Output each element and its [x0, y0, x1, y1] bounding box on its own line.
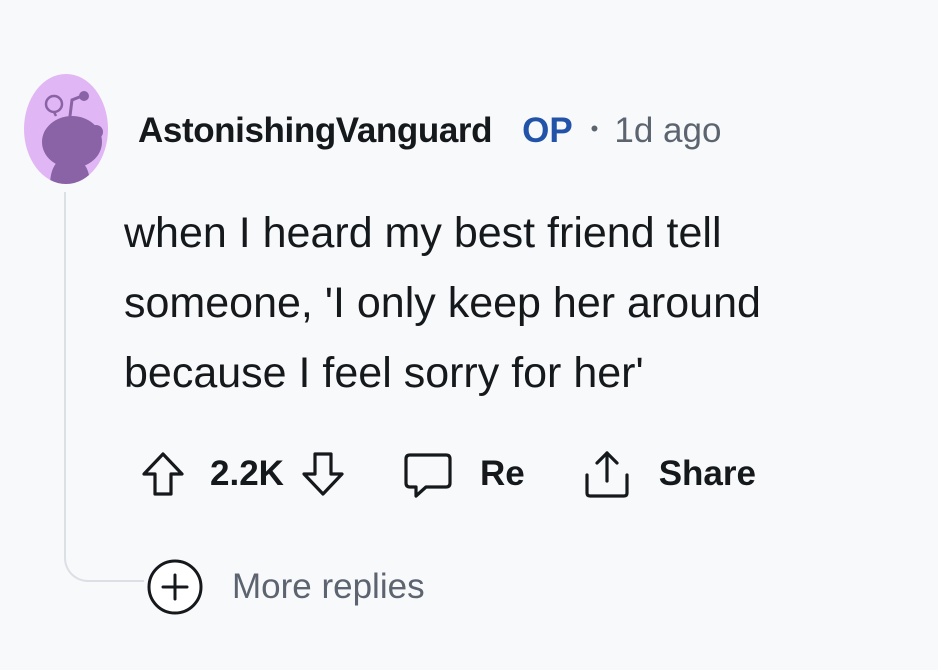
- thread-connector: [64, 530, 144, 582]
- comment-body: when I heard my best friend tell someone…: [124, 209, 761, 397]
- share-upload-icon: [585, 451, 629, 498]
- comment-author[interactable]: AstonishingVanguard: [138, 111, 492, 151]
- avatar[interactable]: [24, 74, 108, 184]
- vote-count: 2.2K: [210, 454, 284, 493]
- downvote-button[interactable]: [298, 449, 348, 499]
- upvote-arrow-icon: [142, 452, 184, 496]
- plus-circle-icon: [147, 559, 203, 615]
- op-badge: OP: [522, 111, 573, 150]
- comment-header: AstonishingVanguard OP • 1d ago: [138, 108, 721, 154]
- downvote-arrow-icon: [302, 452, 344, 496]
- comment-action-bar: 2.2K Re Share: [138, 446, 756, 502]
- more-replies-button[interactable]: More replies: [146, 558, 425, 616]
- comment-timestamp[interactable]: 1d ago: [614, 111, 721, 151]
- speech-bubble-icon: [404, 453, 452, 498]
- upvote-button[interactable]: [138, 449, 188, 499]
- separator-dot: •: [590, 116, 599, 141]
- reply-button[interactable]: Re: [402, 449, 525, 499]
- more-replies-label: More replies: [232, 567, 425, 606]
- share-button[interactable]: Share: [581, 449, 756, 499]
- thread-line: [64, 192, 66, 532]
- reddit-snoo-avatar-icon: [24, 74, 108, 184]
- share-label: Share: [658, 454, 756, 493]
- reply-label: Re: [479, 454, 525, 493]
